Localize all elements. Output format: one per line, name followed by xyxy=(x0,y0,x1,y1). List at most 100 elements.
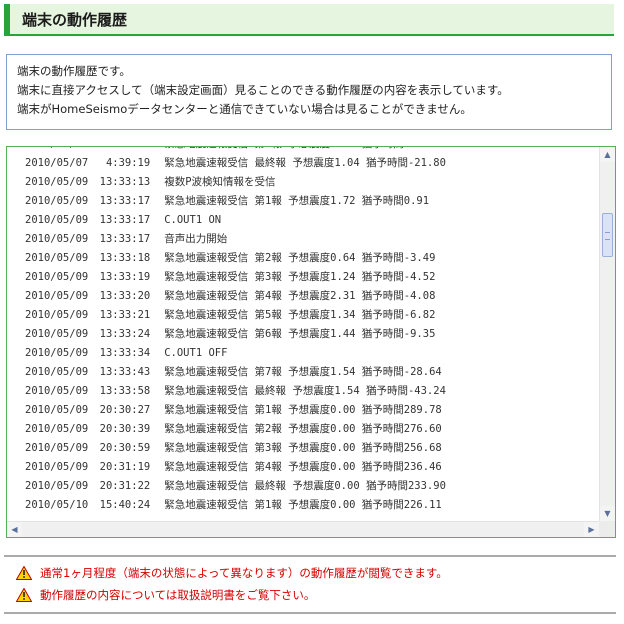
log-time: 20:31:19 xyxy=(99,461,151,473)
log-timestamp: 2010/05/09 xyxy=(25,423,89,435)
log-entry: 2010/05/09 13:33:58 緊急地震速報受信 最終報 予想震度1.54 … xyxy=(25,382,446,401)
log-time: 13:33:21 xyxy=(99,309,151,321)
log-entry: 2010/05/074:39:1? 緊急地震速報受信 第?報 予想震度1.?? 猶… xyxy=(25,147,446,154)
log-timestamp: 2010/05/09 xyxy=(25,347,89,359)
log-time: 13:33:34 xyxy=(99,347,151,359)
note-item: 通常1ヶ月程度（端末の状態によって異なります）の動作履歴が閲覧できます。 xyxy=(14,562,448,584)
log-time: 20:30:39 xyxy=(99,423,151,435)
history-log[interactable]: 2010/05/074:39:1?緊急地震速報受信 第?報 予想震度1.?? 猶… xyxy=(6,146,616,538)
log-timestamp: 2010/05/07 xyxy=(25,157,89,169)
log-entry: 2010/05/09 20:31:22 緊急地震速報受信 最終報 予想震度0.00 … xyxy=(25,477,446,496)
log-timestamp: 2010/05/09 xyxy=(25,328,89,340)
log-time: 13:33:17 xyxy=(99,233,151,245)
page-header: 端末の動作履歴 xyxy=(4,4,614,36)
log-timestamp: 2010/05/09 xyxy=(25,271,89,283)
log-timestamp: 2010/05/09 xyxy=(25,195,89,207)
log-message: 緊急地震速報受信 第3報 予想震度0.00 猶予時間256.68 xyxy=(164,442,442,454)
log-message: 緊急地震速報受信 第1報 予想震度0.00 猶予時間289.78 xyxy=(164,404,442,416)
note-text: 通常1ヶ月程度（端末の状態によって異なります）の動作履歴が閲覧できます。 xyxy=(40,566,448,580)
description-line: 端末の動作履歴です。 xyxy=(17,64,131,78)
log-time: 13:33:20 xyxy=(99,290,151,302)
log-message: 緊急地震速報受信 第3報 予想震度1.24 猶予時間-4.52 xyxy=(164,271,436,283)
log-message: 緊急地震速報受信 第1報 予想震度0.00 猶予時間226.11 xyxy=(164,499,442,511)
arrow-right-icon[interactable]: ▶ xyxy=(584,522,599,537)
log-entry: 2010/05/09 13:33:13 複数P波検知情報を受信 xyxy=(25,173,446,192)
log-time: 13:33:19 xyxy=(99,271,151,283)
log-timestamp: 2010/05/09 xyxy=(25,214,89,226)
log-time: 20:31:22 xyxy=(99,480,151,492)
log-entry: 2010/05/09 13:33:19 緊急地震速報受信 第3報 予想震度1.24 … xyxy=(25,268,446,287)
warning-icon xyxy=(16,588,32,602)
log-message: 緊急地震速報受信 第7報 予想震度1.54 猶予時間-28.64 xyxy=(164,366,442,378)
warning-icon xyxy=(16,566,32,580)
log-time: 15:40:24 xyxy=(99,499,151,511)
log-time: 13:33:17 xyxy=(99,195,151,207)
log-timestamp: 2010/05/09 xyxy=(25,461,89,473)
description-box: 端末の動作履歴です。 端末に直接アクセスして（端末設定画面）見ることのできる動作… xyxy=(6,54,612,130)
horizontal-scrollbar[interactable]: ◀ ▶ xyxy=(7,521,599,537)
log-message: 緊急地震速報受信 最終報 予想震度0.00 猶予時間233.90 xyxy=(164,480,446,492)
log-timestamp: 2010/05/09 xyxy=(25,309,89,321)
log-entry: 2010/05/09 13:33:18 緊急地震速報受信 第2報 予想震度0.64 … xyxy=(25,249,446,268)
log-timestamp: 2010/05/09 xyxy=(25,366,89,378)
log-timestamp: 2010/05/09 xyxy=(25,252,89,264)
log-message: 緊急地震速報受信 最終報 予想震度1.54 猶予時間-43.24 xyxy=(164,385,446,397)
log-time: 13:33:17 xyxy=(99,214,151,226)
log-message: 緊急地震速報受信 第?報 予想震度1.?? 猶予時間-21.12 xyxy=(164,147,442,150)
log-message: 複数P波検知情報を受信 xyxy=(164,176,276,188)
log-entry: 2010/05/09 20:30:59 緊急地震速報受信 第3報 予想震度0.00 … xyxy=(25,439,446,458)
log-timestamp: 2010/05/09 xyxy=(25,442,89,454)
log-entry: 2010/05/09 13:33:20 緊急地震速報受信 第4報 予想震度2.31 … xyxy=(25,287,446,306)
log-message: 音声出力開始 xyxy=(164,233,228,245)
divider xyxy=(4,555,616,557)
log-entry: 2010/05/09 13:33:43 緊急地震速報受信 第7報 予想震度1.54 … xyxy=(25,363,446,382)
log-entry: 2010/05/09 20:30:27 緊急地震速報受信 第1報 予想震度0.00 … xyxy=(25,401,446,420)
note-text: 動作履歴の内容については取扱説明書をご覧下さい。 xyxy=(40,588,316,602)
page-title: 端末の動作履歴 xyxy=(22,11,128,29)
log-list: 2010/05/074:39:1?緊急地震速報受信 第?報 予想震度1.?? 猶… xyxy=(25,147,446,515)
log-entry: 2010/05/09 13:33:17 音声出力開始 xyxy=(25,230,446,249)
log-time: 13:33:43 xyxy=(99,366,151,378)
vertical-scrollbar[interactable]: ▲ ▼ xyxy=(599,147,615,521)
note-item: 動作履歴の内容については取扱説明書をご覧下さい。 xyxy=(14,584,448,606)
description-line: 端末がHomeSeismoデータセンターと通信できていない場合は見ることができま… xyxy=(17,102,472,116)
scroll-corner xyxy=(599,521,615,537)
log-entry: 2010/05/10 15:40:24 緊急地震速報受信 第1報 予想震度0.00 … xyxy=(25,496,446,515)
log-message: 緊急地震速報受信 第5報 予想震度1.34 猶予時間-6.82 xyxy=(164,309,436,321)
log-time: 13:33:18 xyxy=(99,252,151,264)
arrow-left-icon[interactable]: ◀ xyxy=(7,522,22,537)
log-message: 緊急地震速報受信 第6報 予想震度1.44 猶予時間-9.35 xyxy=(164,328,436,340)
log-timestamp: 2010/05/07 xyxy=(25,147,88,150)
log-entry: 2010/05/09 20:30:39 緊急地震速報受信 第2報 予想震度0.00 … xyxy=(25,420,446,439)
log-time: 4:39:19 xyxy=(105,157,151,169)
vertical-scroll-thumb[interactable] xyxy=(602,213,613,257)
log-message: 緊急地震速報受信 第1報 予想震度1.72 猶予時間0.91 xyxy=(164,195,430,207)
log-entry: 2010/05/09 13:33:17 緊急地震速報受信 第1報 予想震度1.72 … xyxy=(25,192,446,211)
log-message: 緊急地震速報受信 第4報 予想震度0.00 猶予時間236.46 xyxy=(164,461,442,473)
log-message: 緊急地震速報受信 第2報 予想震度0.00 猶予時間276.60 xyxy=(164,423,442,435)
log-entry: 2010/05/09 13:33:17 C.OUT1 ON xyxy=(25,211,446,230)
log-message: 緊急地震速報受信 第4報 予想震度2.31 猶予時間-4.08 xyxy=(164,290,436,302)
log-entry: 2010/05/07 4:39:19 緊急地震速報受信 最終報 予想震度1.04 猶… xyxy=(25,154,446,173)
arrow-down-icon[interactable]: ▼ xyxy=(600,506,615,521)
notes: 通常1ヶ月程度（端末の状態によって異なります）の動作履歴が閲覧できます。 動作履… xyxy=(14,562,448,606)
log-timestamp: 2010/05/10 xyxy=(25,499,89,511)
arrow-up-icon[interactable]: ▲ xyxy=(600,147,615,162)
log-message: 緊急地震速報受信 第2報 予想震度0.64 猶予時間-3.49 xyxy=(164,252,436,264)
divider xyxy=(4,612,616,614)
log-timestamp: 2010/05/09 xyxy=(25,385,89,397)
log-entry: 2010/05/09 20:31:19 緊急地震速報受信 第4報 予想震度0.00 … xyxy=(25,458,446,477)
log-timestamp: 2010/05/09 xyxy=(25,480,89,492)
log-timestamp: 2010/05/09 xyxy=(25,233,89,245)
log-time: 13:33:13 xyxy=(99,176,151,188)
log-timestamp: 2010/05/09 xyxy=(25,404,89,416)
log-entry: 2010/05/09 13:33:24 緊急地震速報受信 第6報 予想震度1.44 … xyxy=(25,325,446,344)
log-time: 13:33:24 xyxy=(99,328,151,340)
log-entry: 2010/05/09 13:33:34 C.OUT1 OFF xyxy=(25,344,446,363)
log-time: 20:30:27 xyxy=(99,404,151,416)
description-line: 端末に直接アクセスして（端末設定画面）見ることのできる動作履歴の内容を表示してい… xyxy=(17,83,509,97)
log-message: 緊急地震速報受信 最終報 予想震度1.04 猶予時間-21.80 xyxy=(164,157,446,169)
log-viewport[interactable]: 2010/05/074:39:1?緊急地震速報受信 第?報 予想震度1.?? 猶… xyxy=(7,147,599,521)
log-timestamp: 2010/05/09 xyxy=(25,290,89,302)
log-time: 20:30:59 xyxy=(99,442,151,454)
